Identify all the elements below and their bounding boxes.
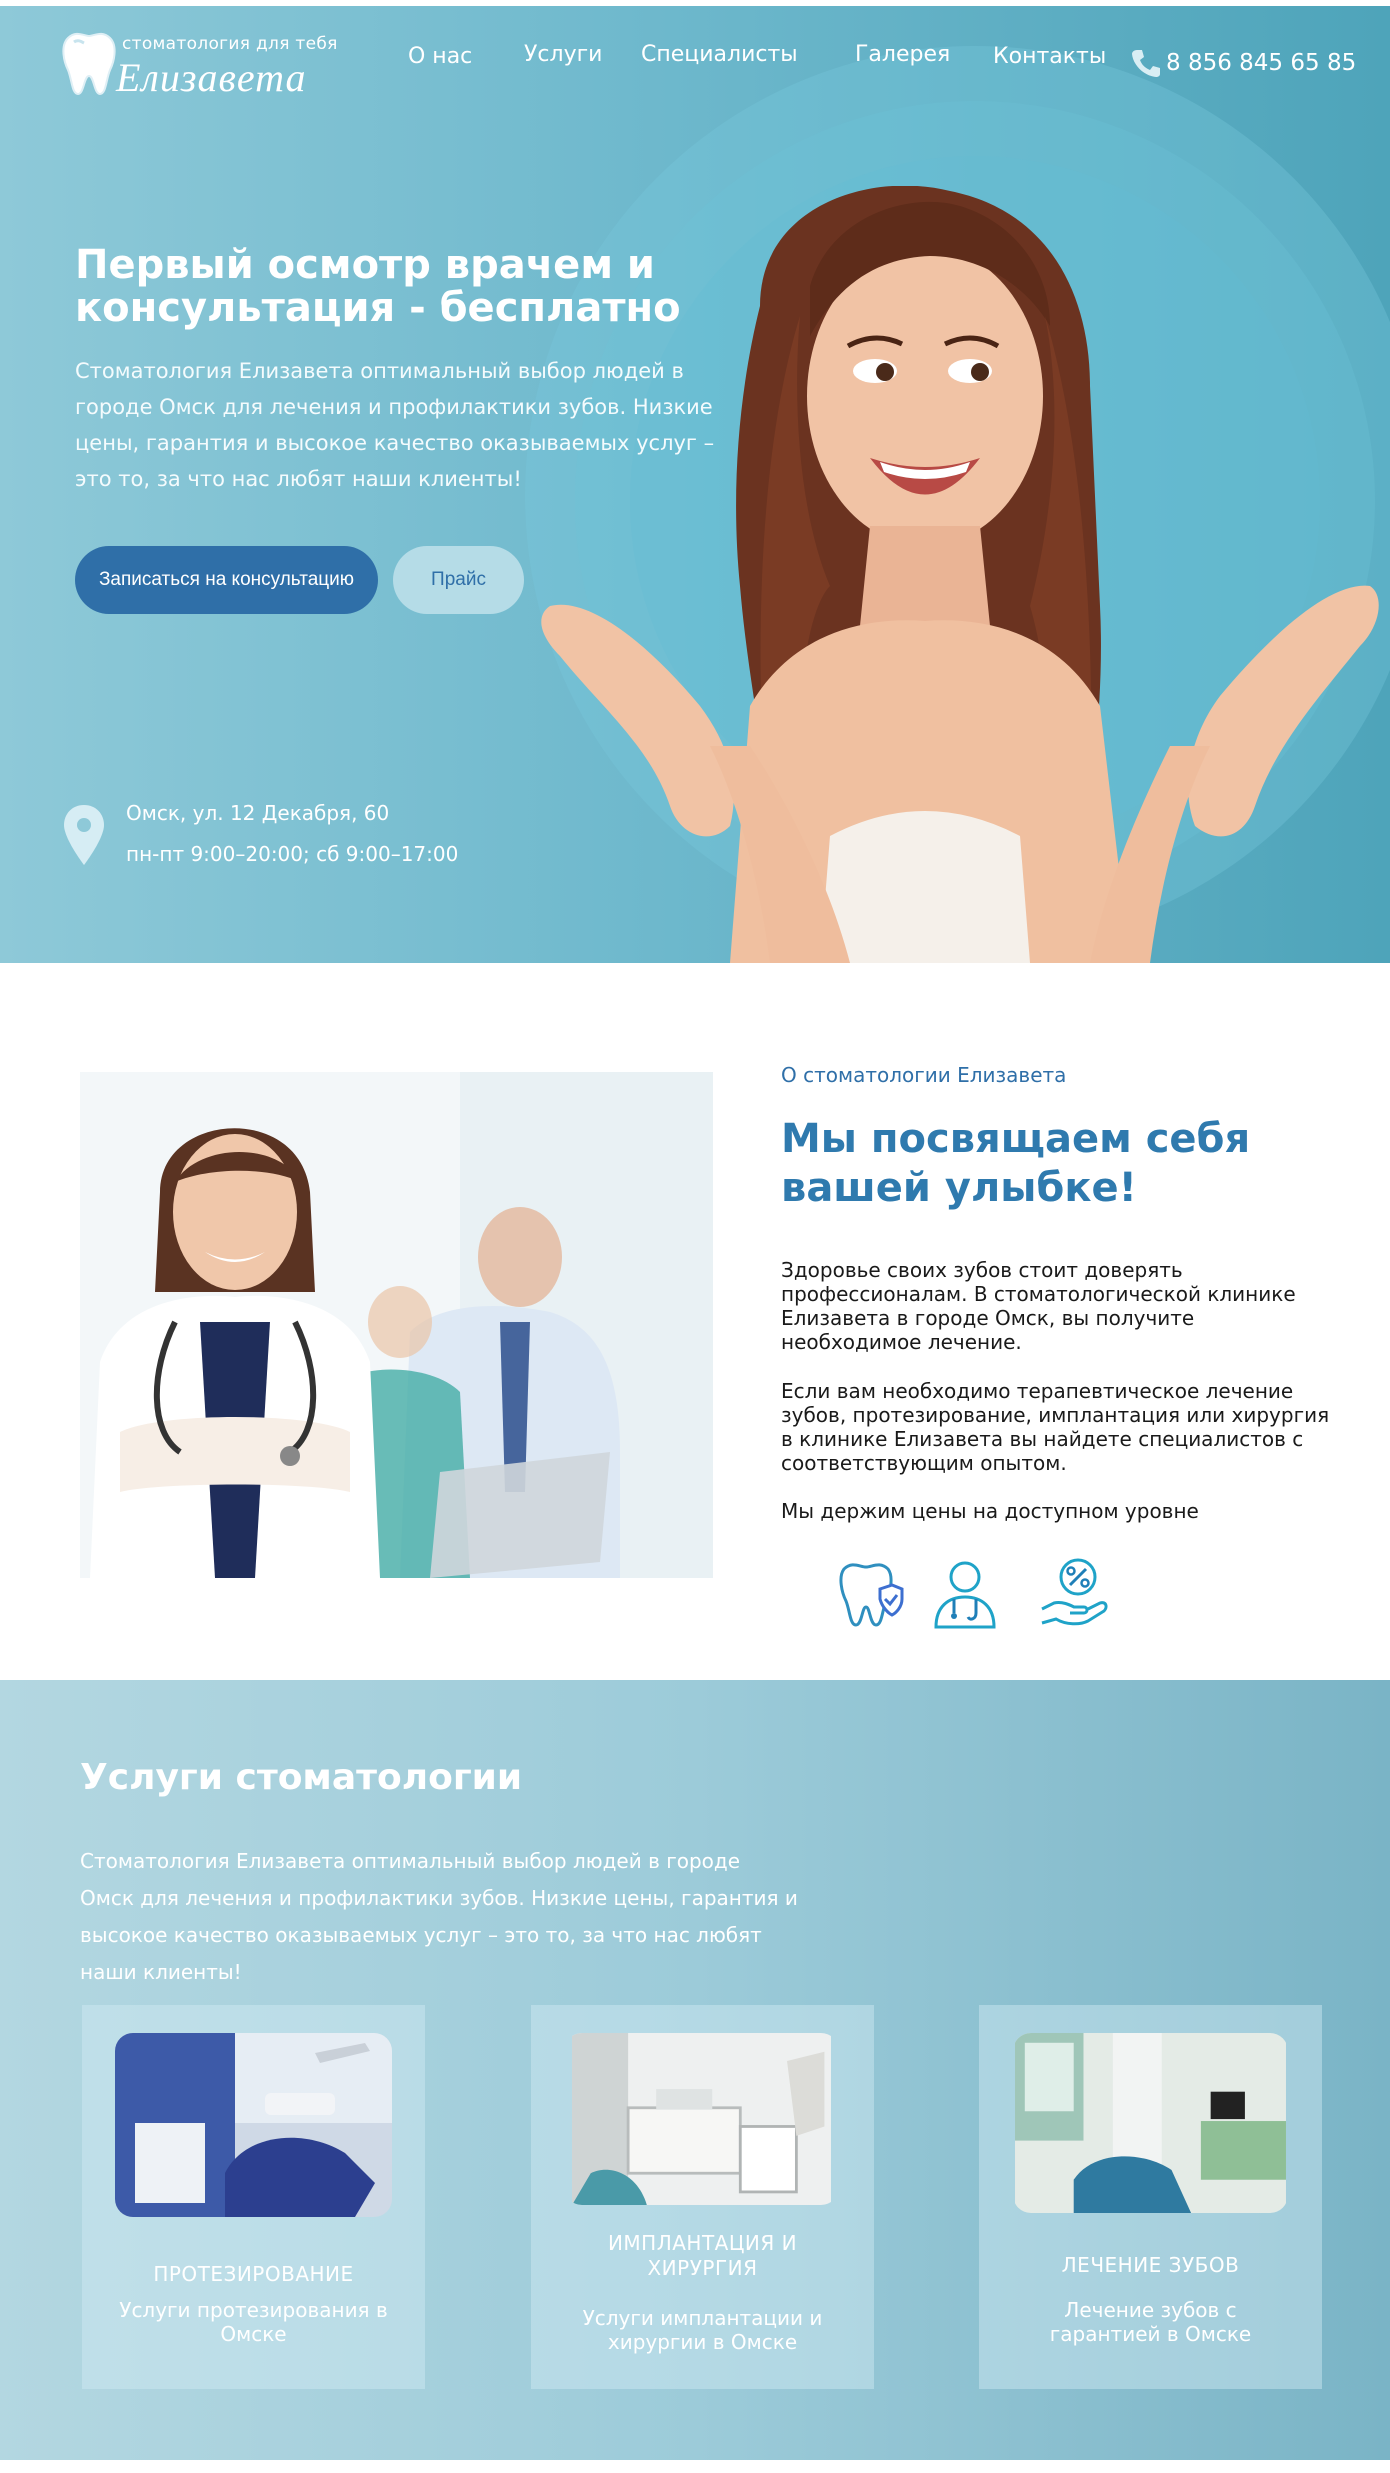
- about-title: Мы посвящаем себя вашей улыбке!: [781, 1116, 1251, 1211]
- service-card-title: Протезирование: [153, 2262, 354, 2286]
- dental-office-photo: [1015, 2033, 1286, 2213]
- tooth-logo-icon: [62, 32, 116, 96]
- service-card-description: Услуги имплантации и хирургии в Омске: [582, 2306, 823, 2354]
- logo-tagline: стоматология для тебя: [122, 34, 338, 54]
- price-button[interactable]: Прайс: [393, 546, 524, 614]
- nav-link-contacts[interactable]: Контакты: [993, 44, 1106, 69]
- service-card-title: Лечение зубов: [1061, 2253, 1240, 2277]
- about-paragraph: Здоровье своих зубов стоит доверять проф…: [781, 1258, 1296, 1354]
- nav-link-services[interactable]: Услуги: [524, 42, 602, 67]
- nav-link-about[interactable]: О нас: [408, 44, 472, 69]
- tooth-shield-icon: [839, 1563, 904, 1627]
- dental-office-photo: [572, 2033, 831, 2205]
- service-card-title: Имплантация и хирургия: [607, 2231, 798, 2280]
- location-pin-icon: [64, 805, 104, 865]
- services-title: Услуги стоматологии: [80, 1757, 523, 1798]
- service-card-description: Лечение зубов с гарантией в Омске: [1049, 2298, 1252, 2346]
- discount-hand-icon: [1041, 1558, 1108, 1626]
- doctor-icon: [934, 1561, 996, 1629]
- about-subtitle: О стоматологии Елизавета: [781, 1063, 1067, 1087]
- phone-number: 8 856 845 65 85: [1166, 50, 1357, 76]
- about-paragraph: Мы держим цены на доступном уровне: [781, 1499, 1199, 1523]
- opening-hours-text: пн-пт 9:00–20:00; сб 9:00–17:00: [126, 842, 459, 866]
- services-description: Стоматология Елизавета оптимальный выбор…: [80, 1849, 798, 1984]
- header-phone[interactable]: 8 856 845 65 85: [1130, 46, 1356, 80]
- service-card-prosthetics[interactable]: Протезирование Услуги протезирования в О…: [82, 2005, 425, 2389]
- service-card-description: Услуги протезирования в Омске: [119, 2298, 388, 2346]
- nav-link-specialists[interactable]: Специалисты: [641, 42, 798, 67]
- phone-icon: [1132, 50, 1160, 77]
- service-card-treatment[interactable]: Лечение зубов Лечение зубов с гарантией …: [979, 2005, 1322, 2389]
- about-paragraph: Если вам необходимо терапевтическое лече…: [781, 1379, 1330, 1475]
- hero-description: Стоматология Елизавета оптимальный выбор…: [75, 359, 715, 491]
- dental-office-photo: [115, 2033, 392, 2217]
- logo[interactable]: стоматология для тебя Елизавета: [60, 28, 350, 100]
- nav-link-gallery[interactable]: Галерея: [855, 42, 950, 67]
- hero-section: стоматология для тебя Елизавета О нас Ус…: [0, 6, 1390, 963]
- doctor-photo: [80, 1072, 713, 1578]
- address-text: Омск, ул. 12 Декабря, 60: [126, 801, 390, 825]
- logo-name: Елизавета: [116, 55, 307, 100]
- consultation-button[interactable]: Записаться на консультацию: [75, 546, 378, 614]
- service-card-implantation[interactable]: Имплантация и хирургия Услуги имплантаци…: [531, 2005, 874, 2389]
- hero-title: Первый осмотр врачем и консультация - бе…: [75, 242, 681, 331]
